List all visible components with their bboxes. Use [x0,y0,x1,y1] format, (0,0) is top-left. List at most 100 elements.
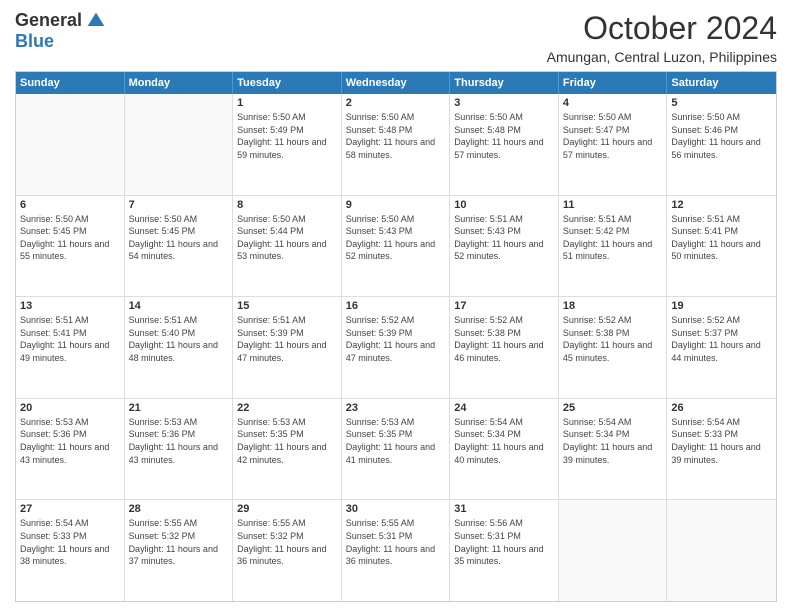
cal-week-4: 27Sunrise: 5:54 AMSunset: 5:33 PMDayligh… [16,500,776,601]
cell-info-line: Sunset: 5:36 PM [20,428,120,441]
cell-info-line: Sunrise: 5:55 AM [129,517,229,530]
cell-info-line: Sunrise: 5:53 AM [237,416,337,429]
cell-info-line: Daylight: 11 hours and 50 minutes. [671,238,772,263]
cell-info-line: Daylight: 11 hours and 42 minutes. [237,441,337,466]
cell-info-line: Sunrise: 5:51 AM [671,213,772,226]
cell-info-line: Sunset: 5:35 PM [237,428,337,441]
cal-cell: 20Sunrise: 5:53 AMSunset: 5:36 PMDayligh… [16,399,125,500]
logo-blue-text: Blue [15,31,54,52]
cell-info-line: Sunrise: 5:51 AM [129,314,229,327]
day-number: 25 [563,402,663,414]
cal-header-tuesday: Tuesday [233,72,342,94]
cal-cell: 13Sunrise: 5:51 AMSunset: 5:41 PMDayligh… [16,297,125,398]
header: General Blue October 2024 Amungan, Centr… [15,10,777,65]
cal-cell: 5Sunrise: 5:50 AMSunset: 5:46 PMDaylight… [667,94,776,195]
cell-info-line: Daylight: 11 hours and 45 minutes. [563,339,663,364]
cal-cell: 3Sunrise: 5:50 AMSunset: 5:48 PMDaylight… [450,94,559,195]
cell-info-line: Sunset: 5:38 PM [454,327,554,340]
cal-cell: 26Sunrise: 5:54 AMSunset: 5:33 PMDayligh… [667,399,776,500]
cal-cell: 7Sunrise: 5:50 AMSunset: 5:45 PMDaylight… [125,196,234,297]
cell-info-line: Sunrise: 5:50 AM [129,213,229,226]
cell-info-line: Sunset: 5:32 PM [237,530,337,543]
day-number: 29 [237,503,337,515]
day-number: 10 [454,199,554,211]
cell-info-line: Sunrise: 5:53 AM [129,416,229,429]
cal-cell: 12Sunrise: 5:51 AMSunset: 5:41 PMDayligh… [667,196,776,297]
cell-info-line: Daylight: 11 hours and 56 minutes. [671,136,772,161]
cell-info-line: Sunset: 5:34 PM [454,428,554,441]
cell-info-line: Daylight: 11 hours and 38 minutes. [20,543,120,568]
day-number: 23 [346,402,446,414]
cal-header-friday: Friday [559,72,668,94]
cell-info-line: Sunrise: 5:52 AM [346,314,446,327]
cal-cell: 4Sunrise: 5:50 AMSunset: 5:47 PMDaylight… [559,94,668,195]
cell-info-line: Sunrise: 5:53 AM [20,416,120,429]
cal-cell [16,94,125,195]
cell-info-line: Daylight: 11 hours and 51 minutes. [563,238,663,263]
cal-cell: 18Sunrise: 5:52 AMSunset: 5:38 PMDayligh… [559,297,668,398]
cell-info-line: Sunrise: 5:51 AM [20,314,120,327]
cal-cell: 27Sunrise: 5:54 AMSunset: 5:33 PMDayligh… [16,500,125,601]
cell-info-line: Sunset: 5:33 PM [20,530,120,543]
cell-info-line: Sunset: 5:35 PM [346,428,446,441]
cal-cell: 23 Sunrise: 5:53 AMSunset: 5:35 PMDayligh… [342,399,451,500]
cal-cell: 22Sunrise: 5:53 AMSunset: 5:35 PMDayligh… [233,399,342,500]
cal-week-0: 1Sunrise: 5:50 AMSunset: 5:49 PMDaylight… [16,94,776,196]
day-number: 13 [20,300,120,312]
cell-info-line: Sunset: 5:41 PM [671,225,772,238]
cell-info-line: Daylight: 11 hours and 39 minutes. [671,441,772,466]
cell-info-line: Sunset: 5:31 PM [454,530,554,543]
title-section: October 2024 Amungan, Central Luzon, Phi… [547,10,777,65]
cell-info-line: Daylight: 11 hours and 36 minutes. [237,543,337,568]
cell-info-line: Sunrise: 5:52 AM [671,314,772,327]
cell-info-line: Daylight: 11 hours and 48 minutes. [129,339,229,364]
cal-week-1: 6Sunrise: 5:50 AMSunset: 5:45 PMDaylight… [16,196,776,298]
cell-info-line: Sunrise: 5:50 AM [563,111,663,124]
cell-info-line: Sunrise: 5:54 AM [671,416,772,429]
cell-info-line: Sunrise: 5:55 AM [346,517,446,530]
logo: General Blue [15,10,106,52]
cal-cell [125,94,234,195]
month-title: October 2024 [547,10,777,47]
cal-cell [667,500,776,601]
cal-week-2: 13Sunrise: 5:51 AMSunset: 5:41 PMDayligh… [16,297,776,399]
cal-cell: 9Sunrise: 5:50 AMSunset: 5:43 PMDaylight… [342,196,451,297]
cal-cell: 6Sunrise: 5:50 AMSunset: 5:45 PMDaylight… [16,196,125,297]
cal-cell: 15Sunrise: 5:51 AMSunset: 5:39 PMDayligh… [233,297,342,398]
cal-cell: 10Sunrise: 5:51 AMSunset: 5:43 PMDayligh… [450,196,559,297]
calendar-body: 1Sunrise: 5:50 AMSunset: 5:49 PMDaylight… [16,94,776,601]
cell-info-line: Sunrise: 5:53 AM [346,416,446,429]
day-number: 26 [671,402,772,414]
cell-info-line: Daylight: 11 hours and 47 minutes. [346,339,446,364]
cell-info-line: Daylight: 11 hours and 54 minutes. [129,238,229,263]
cell-info-line: Daylight: 11 hours and 55 minutes. [20,238,120,263]
logo-icon [86,11,106,31]
day-number: 27 [20,503,120,515]
day-number: 21 [129,402,229,414]
cell-info-line: Sunset: 5:38 PM [563,327,663,340]
day-number: 17 [454,300,554,312]
cell-info-line: Daylight: 11 hours and 44 minutes. [671,339,772,364]
cell-info-line: Sunrise: 5:51 AM [563,213,663,226]
cell-info-line: Daylight: 11 hours and 52 minutes. [454,238,554,263]
cell-info-line: Daylight: 11 hours and 46 minutes. [454,339,554,364]
cell-info-line: Sunset: 5:39 PM [237,327,337,340]
cell-info-line: Daylight: 11 hours and 40 minutes. [454,441,554,466]
cell-info-line: Sunset: 5:45 PM [129,225,229,238]
day-number: 6 [20,199,120,211]
cell-info-line: Sunrise: 5:54 AM [454,416,554,429]
day-number: 5 [671,97,772,109]
day-number: 2 [346,97,446,109]
cell-info-line: Daylight: 11 hours and 41 minutes. [346,441,446,466]
cell-info-line: Sunset: 5:32 PM [129,530,229,543]
day-number: 15 [237,300,337,312]
cal-cell: 30Sunrise: 5:55 AMSunset: 5:31 PMDayligh… [342,500,451,601]
logo-general-text: General [15,10,82,31]
day-number: 4 [563,97,663,109]
cal-header-saturday: Saturday [667,72,776,94]
cell-info-line: Sunrise: 5:50 AM [346,213,446,226]
cell-info-line: Sunrise: 5:52 AM [563,314,663,327]
cal-cell: 24Sunrise: 5:54 AMSunset: 5:34 PMDayligh… [450,399,559,500]
cell-info-line: Sunset: 5:48 PM [346,124,446,137]
day-number: 30 [346,503,446,515]
